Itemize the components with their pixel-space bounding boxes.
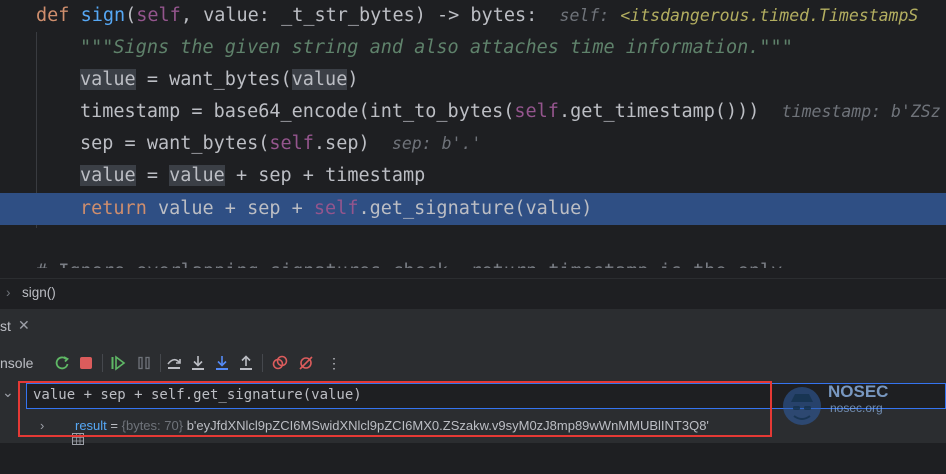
inline-hint-timestamp: timestamp: b'ZSz (781, 102, 941, 121)
code-line-timestamp[interactable]: timestamp = base64_encode(int_to_bytes(s… (0, 96, 946, 128)
step-into-my-code-icon[interactable] (212, 353, 232, 373)
code-line-sep[interactable]: sep = want_bytes(self.sep) sep: b'.' (0, 128, 946, 160)
mute-breakpoints-icon[interactable] (296, 353, 316, 373)
stop-icon[interactable] (76, 353, 96, 373)
toolbar-divider (262, 354, 263, 372)
inline-hint-value: <itsdangerous.timed.TimestampS (620, 6, 919, 25)
chevron-right-icon[interactable]: › (40, 418, 44, 433)
code-line-comment[interactable]: # Ignore overlapping signatures check, r… (0, 256, 946, 268)
code-text: sep = want_bytes( (80, 133, 270, 154)
code-text: + sep + timestamp (224, 165, 426, 186)
more-options-icon[interactable]: ⋮ (324, 353, 344, 373)
watermark-logo: NOSEC nosec.org (782, 378, 902, 438)
inline-hint-label: self: (559, 6, 610, 25)
docstring: """Signs the given string and also attac… (80, 37, 793, 58)
code-text: = (135, 165, 170, 186)
code-text: .get_timestamp())) (558, 101, 760, 122)
code-comment: # Ignore overlapping signatures check, r… (36, 256, 782, 268)
watermark-brand: NOSEC (828, 382, 889, 401)
result-name: result (75, 418, 107, 433)
params: , value: _t_str_bytes) -> bytes: (180, 5, 538, 26)
tab-console[interactable]: nsole (0, 355, 33, 371)
chevron-right-icon: › (6, 285, 11, 300)
code-text: ) (347, 69, 359, 90)
keyword-def: def (36, 5, 70, 26)
resume-icon[interactable] (108, 353, 128, 373)
expression-text: value + sep + self.get_signature(value) (33, 387, 362, 403)
code-text: timestamp = base64_encode(int_to_bytes( (80, 101, 515, 122)
variable-value: value (169, 165, 225, 186)
result-value: b'eyJfdXNlcl9pZCI6MSwidXNlcl9pZCI6MX0.ZS… (183, 418, 709, 433)
keyword-return: return (80, 198, 147, 219)
function-name: sign (80, 5, 126, 26)
rerun-icon[interactable] (52, 353, 72, 373)
chevron-down-icon[interactable]: ⌄ (2, 385, 14, 401)
equals-sign: = (106, 418, 122, 433)
toolbar-divider (102, 354, 103, 372)
step-out-icon[interactable] (236, 353, 256, 373)
code-line-def[interactable]: def sign(self, value: _t_str_bytes) -> b… (0, 0, 946, 32)
debug-tab[interactable]: st (0, 318, 11, 334)
code-text: = want_bytes( (135, 69, 292, 90)
toolbar-divider (160, 354, 161, 372)
code-editor[interactable]: def sign(self, value: _t_str_bytes) -> b… (0, 0, 946, 268)
inline-hint-sep: sep: b'.' (391, 134, 482, 153)
watermark-site: nosec.org (830, 401, 883, 415)
result-type: {bytes: 70} (121, 418, 184, 433)
code-line-concat[interactable]: value = value + sep + timestamp (0, 160, 946, 192)
close-icon[interactable]: ✕ (18, 317, 30, 334)
variable-value: value (80, 165, 136, 186)
spy-icon (783, 387, 821, 425)
pause-icon[interactable] (134, 353, 154, 373)
code-line-docstring[interactable]: """Signs the given string and also attac… (0, 32, 946, 64)
code-line-want-bytes[interactable]: value = want_bytes(value) (0, 64, 946, 96)
self-param: self (136, 5, 181, 26)
breadcrumb: › sign() (0, 278, 946, 309)
breadcrumb-item[interactable]: sign() (22, 285, 56, 300)
self-ref: self (269, 133, 314, 154)
execution-point-line[interactable]: return value + sep + self.get_signature(… (0, 193, 946, 225)
variable-value-arg: value (291, 69, 348, 90)
step-into-icon[interactable] (188, 353, 208, 373)
variable-value: value (80, 69, 136, 90)
step-over-icon[interactable] (164, 353, 184, 373)
code-text: .get_signature(value) (358, 198, 593, 219)
code-text: .sep) (313, 133, 370, 154)
debug-tab-bar: st ✕ (0, 308, 946, 343)
self-ref: self (514, 101, 559, 122)
code-text: value + sep + (146, 198, 314, 219)
view-breakpoints-icon[interactable] (270, 353, 290, 373)
debug-toolbar: nsole ⋮ (0, 348, 946, 378)
self-ref: self (313, 198, 359, 219)
